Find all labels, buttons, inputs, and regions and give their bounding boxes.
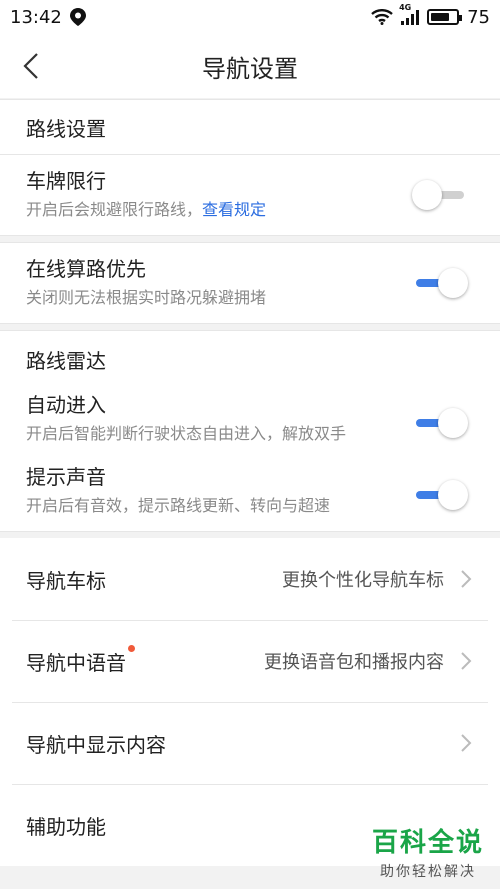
list-item-label: 导航车标	[26, 568, 106, 593]
chevron-right-icon	[461, 570, 472, 588]
list-item-value: 更换个性化导航车标	[282, 570, 444, 591]
online-priority-title: 在线算路优先	[26, 257, 146, 281]
route-radar-header: 路线雷达	[26, 348, 106, 373]
chevron-right-icon	[461, 652, 472, 670]
plate-limit-desc: 开启后会规避限行路线，查看规定	[26, 197, 474, 223]
cellular-signal-icon: 4G	[399, 3, 420, 25]
status-bar: 13:42 4G 75	[0, 0, 500, 34]
chevron-right-icon	[461, 734, 472, 752]
new-badge-dot	[128, 644, 135, 652]
sound-title: 提示声音	[26, 465, 106, 489]
sound-toggle[interactable]	[412, 480, 468, 510]
battery-icon	[427, 9, 463, 25]
chevron-left-icon	[23, 53, 38, 79]
sound-row: 提示声音 开启后有音效，提示路线更新、转向与超速	[0, 459, 500, 531]
watermark-subtitle: 助你轻松解决	[379, 864, 476, 880]
plate-limit-title: 车牌限行	[26, 169, 106, 193]
plate-limit-row: 车牌限行 开启后会规避限行路线，查看规定	[0, 155, 500, 235]
online-priority-card: 在线算路优先 关闭则无法根据实时路况躲避拥堵	[0, 242, 500, 324]
list-item-car-icon[interactable]: 导航车标 更换个性化导航车标	[0, 538, 500, 620]
watermark: 百科全说 助你轻松解决	[372, 822, 484, 881]
nav-bar: 导航设置	[0, 34, 500, 98]
list-item-label: 辅助功能	[26, 814, 106, 839]
location-pin-icon	[69, 8, 86, 26]
battery-percent: 75	[467, 6, 490, 28]
plate-limit-toggle[interactable]	[412, 180, 468, 210]
plate-limit-desc-text: 开启后会规避限行路线，	[26, 200, 203, 219]
view-rules-link[interactable]: 查看规定	[202, 200, 266, 219]
list-item-label: 导航中显示内容	[26, 732, 166, 757]
route-settings-card: 路线设置 车牌限行 开启后会规避限行路线，查看规定	[0, 99, 500, 236]
settings-list: 导航车标 更换个性化导航车标 导航中语音 更换语音包和播报内容 导航中显示内容 …	[0, 538, 500, 866]
online-priority-toggle[interactable]	[412, 268, 468, 298]
route-radar-card: 路线雷达 自动进入 开启后智能判断行驶状态自由进入，解放双手 提示声音 开启后有…	[0, 330, 500, 532]
voice-label-text: 导航中语音	[26, 650, 126, 675]
list-item-voice[interactable]: 导航中语音 更换语音包和播报内容	[0, 620, 500, 702]
auto-enter-title: 自动进入	[26, 393, 106, 417]
auto-enter-row: 自动进入 开启后智能判断行驶状态自由进入，解放双手	[0, 387, 500, 459]
online-priority-row: 在线算路优先 关闭则无法根据实时路况躲避拥堵	[0, 243, 500, 323]
list-item-value: 更换语音包和播报内容	[264, 652, 444, 673]
sound-desc: 开启后有音效，提示路线更新、转向与超速	[26, 496, 331, 515]
list-item-label: 导航中语音	[26, 644, 135, 676]
back-button[interactable]	[14, 48, 48, 84]
wifi-icon	[371, 9, 393, 25]
page-title: 导航设置	[202, 54, 298, 83]
route-settings-header: 路线设置	[0, 100, 500, 155]
online-priority-desc: 关闭则无法根据实时路况躲避拥堵	[26, 288, 267, 307]
auto-enter-toggle[interactable]	[412, 408, 468, 438]
watermark-title: 百科全说	[371, 828, 484, 858]
network-type: 4G	[399, 3, 412, 12]
auto-enter-desc: 开启后智能判断行驶状态自由进入，解放双手	[26, 424, 347, 443]
list-item-display-content[interactable]: 导航中显示内容	[0, 702, 500, 784]
status-time: 13:42	[10, 6, 62, 28]
